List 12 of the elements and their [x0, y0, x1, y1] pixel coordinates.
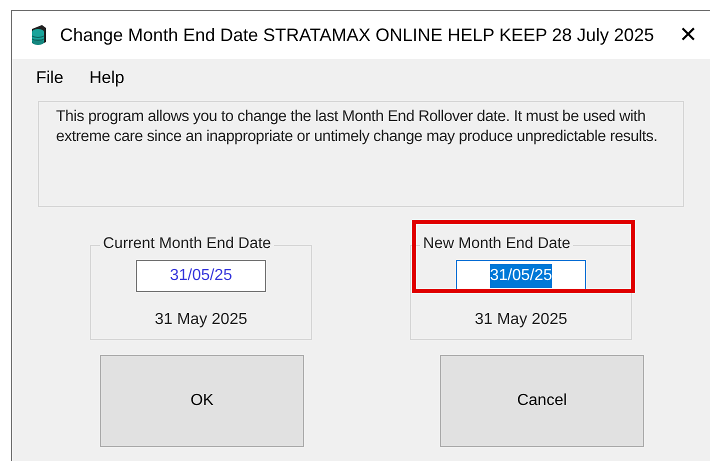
dialog-button[interactable]: Cancel [440, 355, 644, 447]
long-date-text: 31 May 2025 [474, 310, 568, 330]
close-button[interactable]: ✕ [672, 24, 704, 46]
menu-item[interactable]: Help [79, 63, 134, 93]
menu-item[interactable]: File [26, 63, 74, 93]
long-date-text: 31 May 2025 [154, 310, 248, 330]
window-title: Change Month End Date STRATAMAX ONLINE HELP KEEP 28 July 2025 [60, 24, 654, 47]
date-field[interactable]: 31/05/25 [456, 260, 586, 292]
app-icon [30, 24, 48, 46]
dialog-button[interactable]: OK [100, 355, 304, 447]
description-text: This program allows you to change the last Month End Rollover date. It must be used with extreme care since an inappropriate or untimely change may produce unpredictable results. [56, 107, 658, 147]
date-field[interactable]: 31/05/25 [136, 260, 266, 292]
